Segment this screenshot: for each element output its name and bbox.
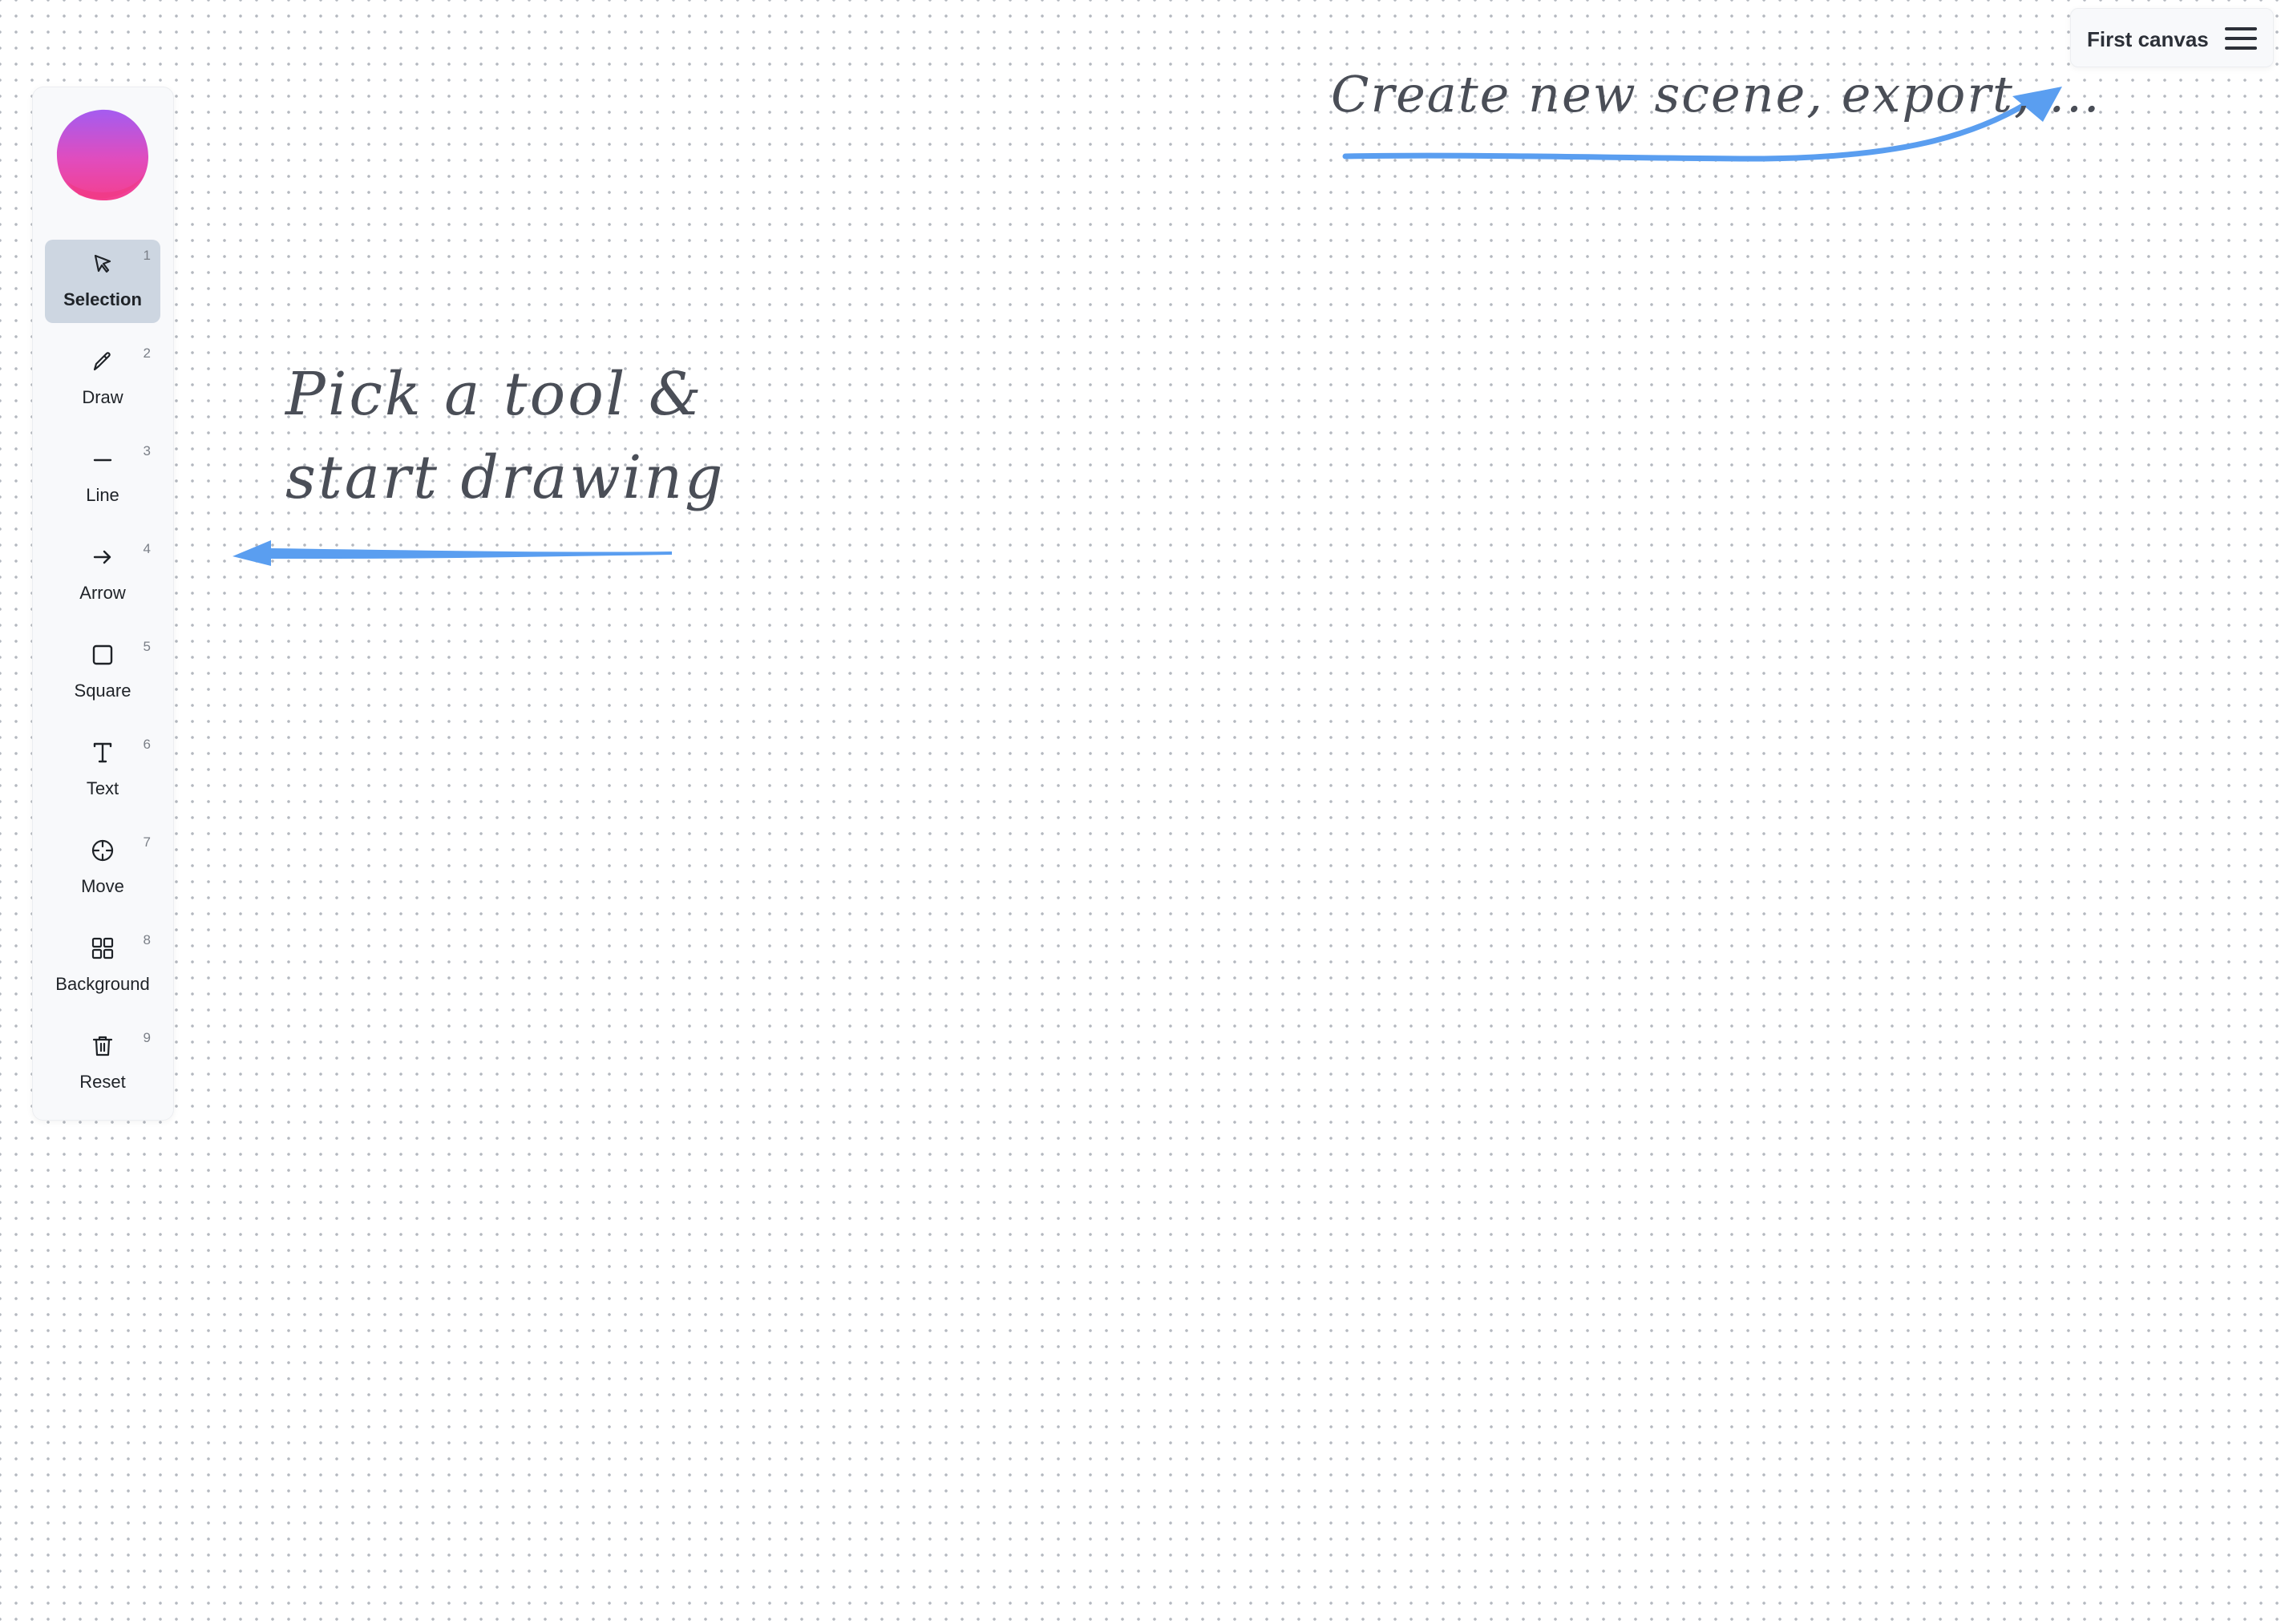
tool-move[interactable]: 7 Move — [45, 826, 160, 910]
text-icon — [90, 740, 115, 766]
tool-background[interactable]: 8 Background — [45, 924, 160, 1008]
tool-shortcut-key: 2 — [143, 345, 151, 361]
canvas-menu-button[interactable]: First canvas — [2070, 8, 2274, 67]
square-icon — [90, 642, 115, 668]
pencil-icon — [90, 349, 115, 374]
crosshair-icon — [90, 838, 115, 863]
tool-shortcut-key: 5 — [143, 639, 151, 654]
tool-label: Draw — [82, 387, 123, 407]
tool-draw[interactable]: 2 Draw — [45, 337, 160, 421]
tool-label: Reset — [79, 1072, 126, 1092]
blob-logo-icon[interactable] — [55, 107, 151, 203]
tool-shortcut-key: 8 — [143, 932, 151, 947]
tool-shortcut-key: 1 — [143, 248, 151, 263]
hint-pick-tool-line1: Pick a tool & — [285, 360, 704, 429]
tool-label: Selection — [63, 289, 142, 309]
hamburger-icon[interactable] — [2225, 26, 2257, 50]
tool-shortcut-key: 3 — [143, 443, 151, 459]
hint-pick-tool-line2: start drawing — [285, 443, 726, 512]
tool-label: Text — [86, 778, 119, 798]
tool-shortcut-key: 6 — [143, 737, 151, 752]
tool-label: Square — [74, 681, 131, 701]
tool-shortcut-key: 7 — [143, 834, 151, 850]
tool-label: Move — [81, 876, 124, 896]
grid-icon — [90, 935, 115, 961]
tool-line[interactable]: 3 Line — [45, 435, 160, 519]
hint-create-scene: Create new scene, export, ... — [1331, 65, 2101, 123]
hint-pick-tool: Pick a tool & start drawing — [285, 353, 725, 519]
arrow-right-icon — [90, 544, 115, 570]
canvas-title: First canvas — [2087, 27, 2209, 51]
drawing-canvas[interactable] — [0, 0, 2285, 1624]
line-icon — [90, 446, 115, 472]
tool-label: Arrow — [79, 583, 126, 603]
tool-square[interactable]: 5 Square — [45, 631, 160, 714]
cursor-icon — [90, 251, 115, 277]
tool-arrow[interactable]: 4 Arrow — [45, 533, 160, 616]
hint-arrow-left — [233, 540, 672, 566]
trash-icon — [90, 1033, 115, 1059]
tool-reset[interactable]: 9 Reset — [45, 1022, 160, 1105]
tool-shortcut-key: 4 — [143, 541, 151, 556]
tool-selection[interactable]: 1 Selection — [45, 240, 160, 323]
toolbar: 1 Selection 2 Draw 3 Line 4 Arrow 5 Squa… — [32, 87, 174, 1121]
tool-label: Background — [55, 974, 150, 994]
tool-shortcut-key: 9 — [143, 1030, 151, 1045]
tool-label: Line — [86, 485, 119, 505]
tool-text[interactable]: 6 Text — [45, 729, 160, 812]
